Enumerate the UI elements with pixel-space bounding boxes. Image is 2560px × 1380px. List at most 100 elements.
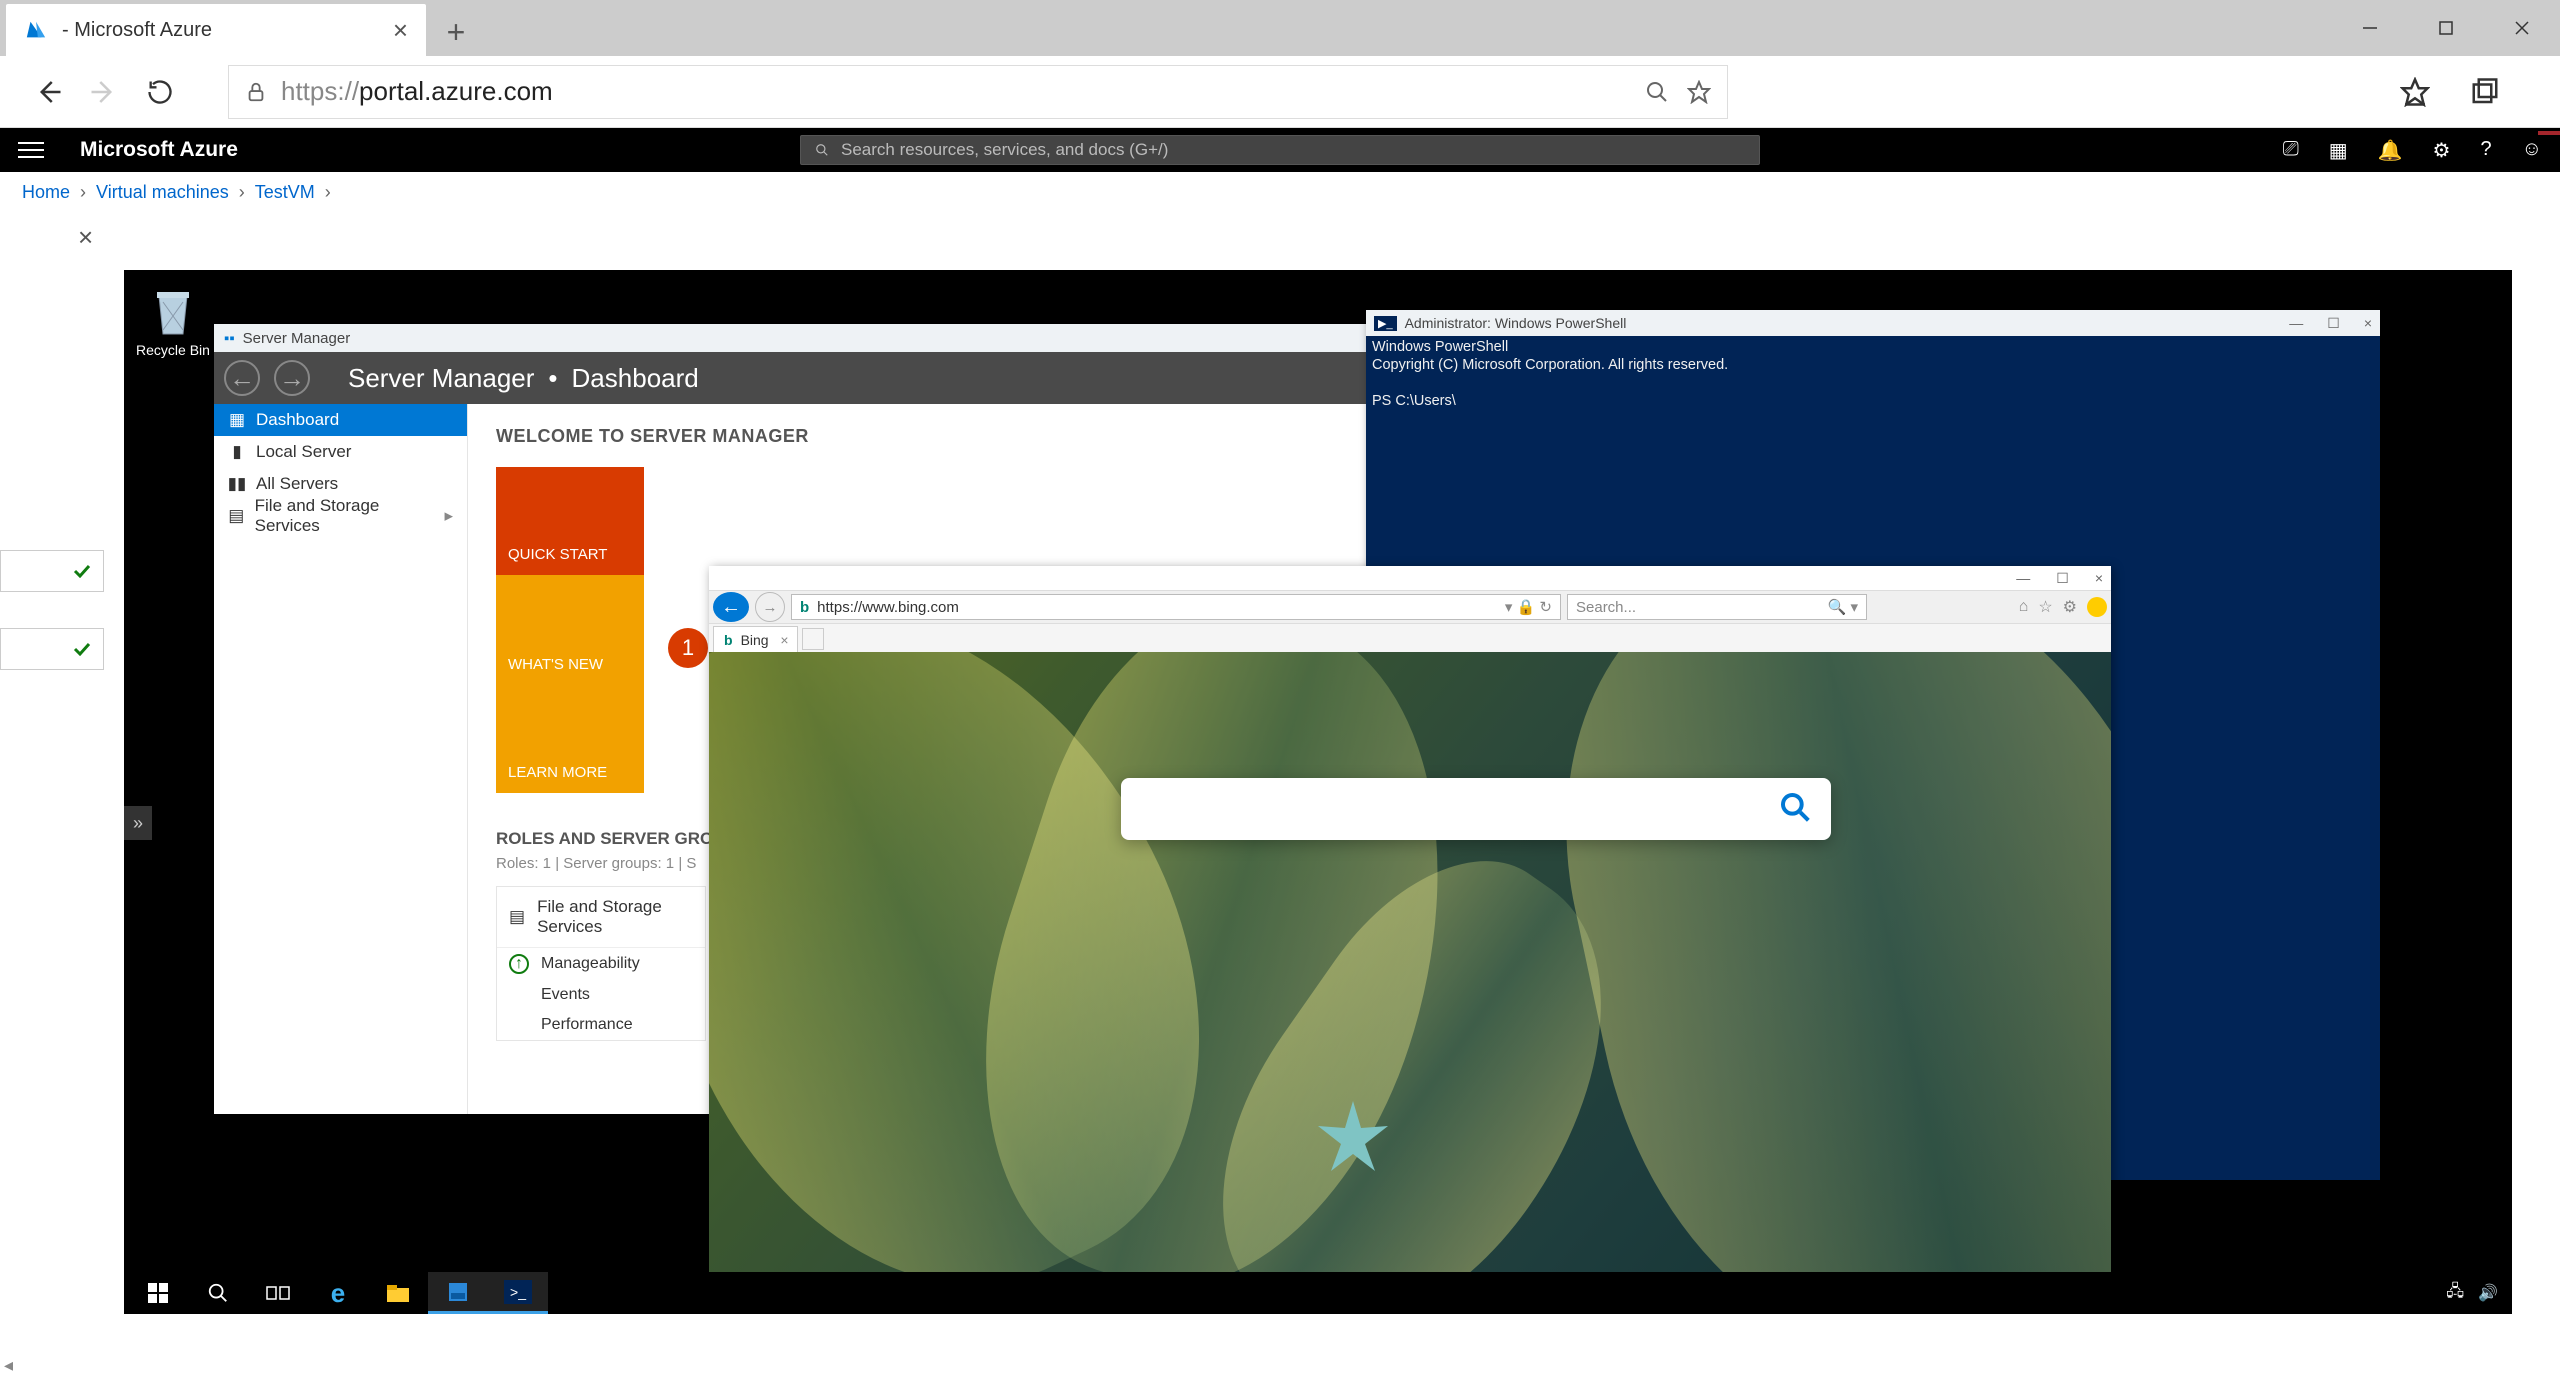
ps-maximize[interactable]: ☐: [2327, 315, 2340, 332]
taskbar[interactable]: e >_ 🖧 🔊: [124, 1272, 2512, 1314]
dropdown-partial[interactable]: [0, 550, 104, 592]
sm-icon: ▪▪: [224, 330, 235, 347]
ps-title-text: Administrator: Windows PowerShell: [1405, 315, 1627, 331]
ie-forward-button[interactable]: →: [755, 592, 785, 622]
address-bar[interactable]: https://portal.azure.com: [228, 65, 1728, 119]
star-icon[interactable]: [1687, 80, 1711, 104]
azure-search[interactable]: Search resources, services, and docs (G+…: [800, 135, 1760, 165]
sm-back-icon[interactable]: ←: [224, 360, 260, 396]
role-card[interactable]: ▤File and Storage Services ↑Manageabilit…: [496, 886, 706, 1041]
search-placeholder: Search resources, services, and docs (G+…: [841, 140, 1168, 160]
sm-forward-icon[interactable]: →: [274, 360, 310, 396]
notifications-icon[interactable]: 🔔: [2378, 138, 2403, 163]
ie-tab-label: Bing: [741, 632, 769, 648]
sm-titlebar[interactable]: ▪▪ Server Manager: [214, 324, 1458, 352]
recycle-bin[interactable]: Recycle Bin: [134, 284, 212, 358]
new-tab-button[interactable]: +: [432, 8, 480, 56]
taskbar-ie[interactable]: e: [308, 1272, 368, 1314]
task-view-icon[interactable]: [248, 1272, 308, 1314]
help-icon[interactable]: ?: [2480, 138, 2491, 163]
account-indicator[interactable]: [2538, 131, 2560, 135]
taskbar-search-icon[interactable]: [188, 1272, 248, 1314]
role-performance[interactable]: Performance: [497, 1010, 705, 1040]
sm-nav-dashboard[interactable]: ▦Dashboard: [214, 404, 467, 436]
vm-desktop[interactable]: Recycle Bin ▪▪ Server Manager ← → Server…: [124, 270, 2512, 1314]
cloud-shell-icon[interactable]: ⎚: [2283, 138, 2299, 163]
tile-learn-more[interactable]: LEARN MORE: [496, 685, 644, 793]
ie-search-placeholder: Search...: [1576, 599, 1636, 616]
ie-toolbar: ← → b https://www.bing.com ▾ 🔒 ↻ Search.…: [709, 590, 2111, 624]
forward-button[interactable]: [76, 64, 132, 120]
bing-search-input[interactable]: [1141, 796, 1779, 822]
sm-crumb-a[interactable]: Server Manager: [348, 363, 534, 394]
ie-smiley-icon[interactable]: [2087, 597, 2107, 617]
close-button[interactable]: [2484, 0, 2560, 56]
sm-crumb-b: Dashboard: [572, 363, 699, 394]
back-button[interactable]: [20, 64, 76, 120]
directory-icon[interactable]: ▦: [2329, 138, 2348, 163]
role-manageability[interactable]: ↑Manageability: [497, 947, 705, 980]
favorites-icon[interactable]: [2400, 77, 2430, 107]
role-events[interactable]: Events: [497, 980, 705, 1010]
zoom-icon[interactable]: [1645, 80, 1669, 104]
scroll-left-icon[interactable]: ◂: [4, 1355, 13, 1376]
window-controls: [2332, 0, 2560, 56]
ie-back-button[interactable]: ←: [713, 592, 749, 622]
taskbar-powershell[interactable]: >_: [488, 1272, 548, 1314]
tile-quick-start[interactable]: QUICK START: [496, 467, 644, 575]
feedback-icon[interactable]: ☺: [2522, 138, 2542, 163]
maximize-button[interactable]: [2408, 0, 2484, 56]
ie-home-icon[interactable]: ⌂: [2019, 598, 2029, 616]
crumb-home[interactable]: Home: [22, 182, 70, 203]
recycle-bin-label: Recycle Bin: [136, 342, 210, 358]
ie-window[interactable]: — ☐ × ← → b https://www.bing.com ▾ 🔒 ↻ S…: [709, 566, 2111, 1278]
dashboard-icon: ▦: [228, 410, 246, 430]
browser-tab[interactable]: - Microsoft Azure ×: [6, 4, 426, 56]
recycle-bin-icon: [149, 284, 197, 338]
settings-icon[interactable]: ⚙: [2433, 138, 2451, 163]
refresh-button[interactable]: [132, 64, 188, 120]
collections-icon[interactable]: [2470, 77, 2500, 107]
tray-sound-icon[interactable]: 🔊: [2478, 1283, 2498, 1303]
sm-nav-storage[interactable]: ▤File and Storage Services▸: [214, 500, 467, 532]
bing-search-box[interactable]: [1121, 778, 1831, 840]
dropdown-partial[interactable]: [0, 628, 104, 670]
tray-network-icon[interactable]: 🖧: [2446, 1280, 2464, 1307]
ie-fav-icon[interactable]: ☆: [2038, 597, 2052, 617]
ps-minimize[interactable]: —: [2289, 315, 2303, 332]
tile-whats-new[interactable]: WHAT'S NEW: [496, 575, 644, 685]
sm-nav-local[interactable]: ▮Local Server: [214, 436, 467, 468]
ie-minimize[interactable]: —: [2016, 570, 2030, 586]
ie-tab-bing[interactable]: b Bing ×: [713, 626, 798, 652]
hamburger-icon[interactable]: [18, 142, 44, 158]
ie-search-box[interactable]: Search... 🔍 ▾: [1567, 594, 1867, 620]
expand-handle[interactable]: »: [124, 806, 152, 840]
azure-favicon: [24, 18, 48, 42]
start-button[interactable]: [128, 1272, 188, 1314]
breadcrumb: Home › Virtual machines › TestVM ›: [0, 172, 2560, 212]
taskbar-server-manager[interactable]: [428, 1272, 488, 1314]
taskbar-explorer[interactable]: [368, 1272, 428, 1314]
ie-new-tab[interactable]: [802, 628, 824, 650]
close-blade-button[interactable]: ×: [78, 222, 93, 253]
storage-icon: ▤: [509, 907, 525, 927]
edge-toolbar: https://portal.azure.com: [0, 56, 2560, 128]
ie-tools-icon[interactable]: ⚙: [2063, 597, 2077, 617]
azure-brand[interactable]: Microsoft Azure: [80, 138, 238, 162]
search-icon[interactable]: [1779, 791, 1811, 828]
url-host: portal.azure.com: [359, 76, 553, 107]
ps-titlebar[interactable]: ▶_ Administrator: Windows PowerShell —☐×: [1366, 310, 2380, 336]
ie-tab-close-icon[interactable]: ×: [780, 632, 788, 648]
crumb-vms[interactable]: Virtual machines: [96, 182, 229, 203]
tab-close-icon[interactable]: ×: [393, 15, 408, 46]
minimize-button[interactable]: [2332, 0, 2408, 56]
bing-favicon: b: [800, 599, 809, 616]
starfish-image: [1313, 1096, 1393, 1176]
crumb-vm-name[interactable]: TestVM: [255, 182, 315, 203]
ps-close[interactable]: ×: [2364, 315, 2372, 332]
ie-address-bar[interactable]: b https://www.bing.com ▾ 🔒 ↻: [791, 594, 1561, 620]
up-arrow-icon: ↑: [509, 954, 529, 974]
ie-close[interactable]: ×: [2095, 570, 2103, 586]
ps-console[interactable]: Windows PowerShell Copyright (C) Microso…: [1366, 336, 2380, 413]
ie-maximize[interactable]: ☐: [2056, 570, 2069, 587]
